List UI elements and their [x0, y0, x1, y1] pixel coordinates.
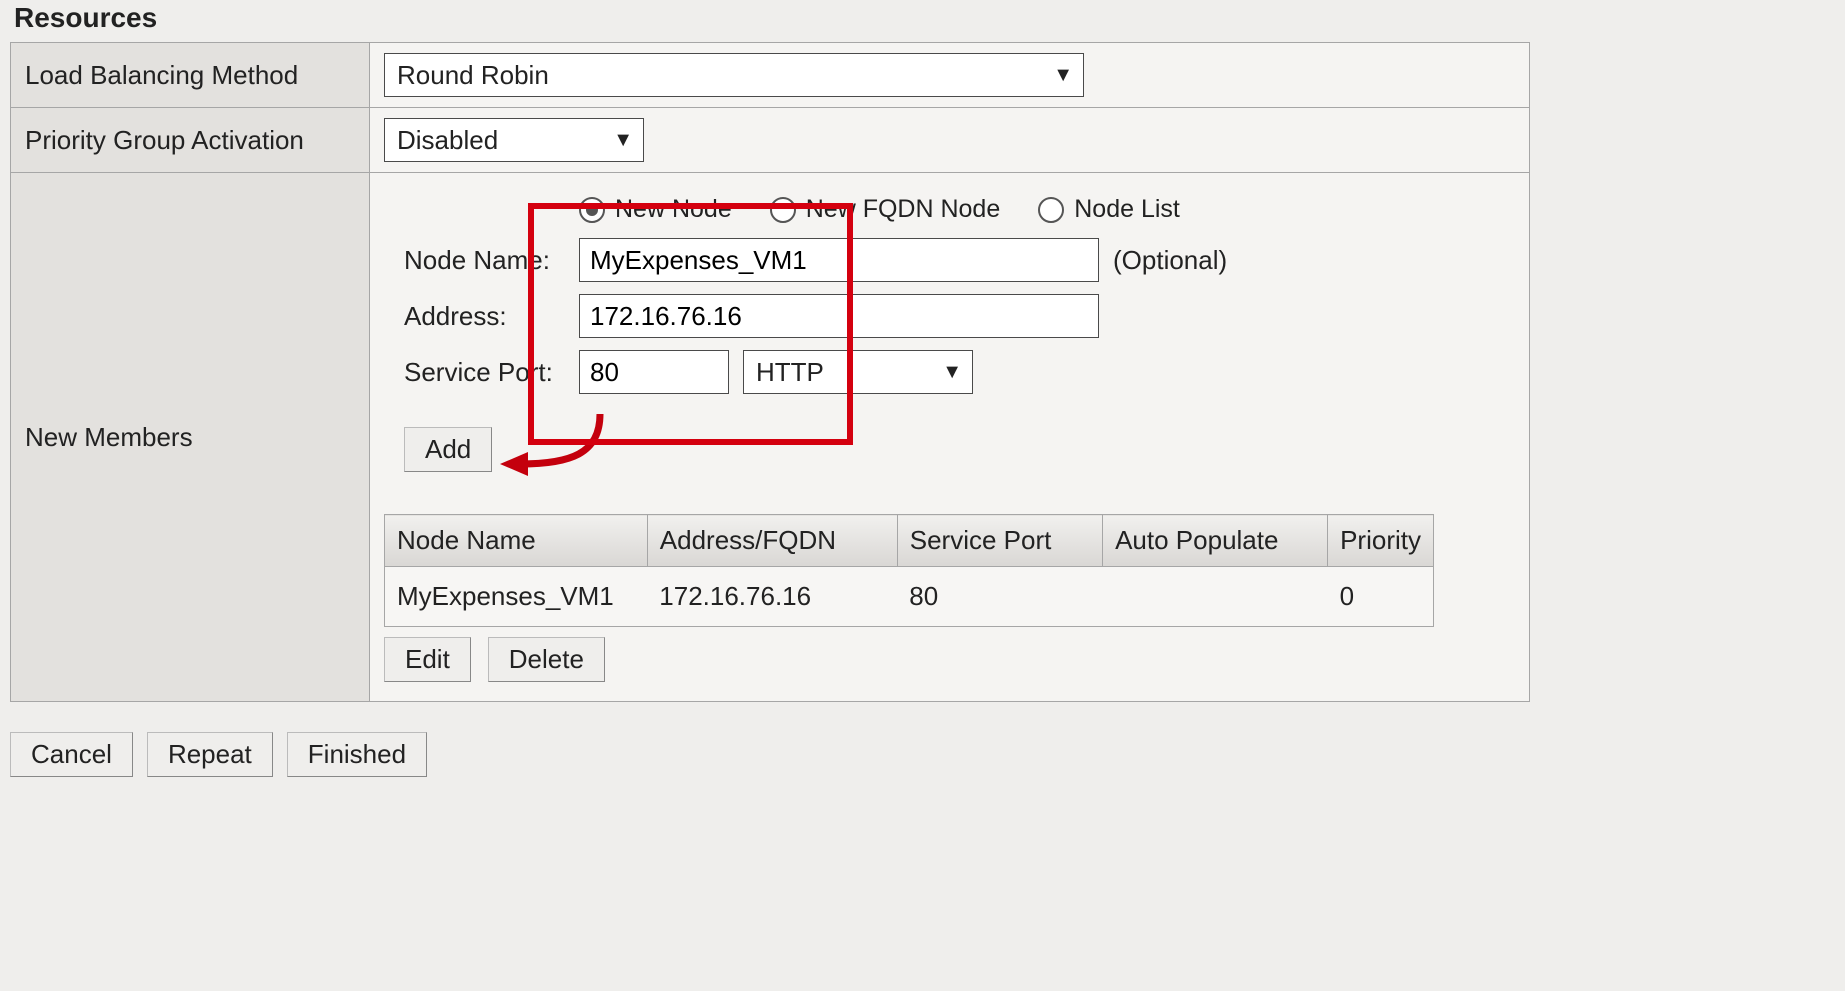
- cell-port: 80: [897, 567, 1102, 627]
- radio-icon: [1038, 197, 1064, 223]
- new-member-form: New Node New FQDN Node Node List: [404, 195, 1515, 394]
- node-type-radio-group: New Node New FQDN Node Node List: [579, 195, 1515, 224]
- cell-node-name: MyExpenses_VM1: [385, 567, 648, 627]
- chevron-down-icon: ▼: [613, 129, 633, 152]
- lb-method-label: Load Balancing Method: [11, 43, 370, 108]
- radio-new-node-label: New Node: [615, 195, 732, 224]
- radio-icon: [579, 197, 605, 223]
- cancel-button[interactable]: Cancel: [10, 732, 133, 777]
- priority-select[interactable]: Disabled ▼: [384, 118, 644, 162]
- table-row[interactable]: MyExpenses_VM1 172.16.76.16 80 0: [385, 567, 1434, 627]
- lb-method-select[interactable]: Round Robin ▼: [384, 53, 1084, 97]
- resources-page: Resources Load Balancing Method Round Ro…: [0, 0, 1845, 797]
- delete-button[interactable]: Delete: [488, 637, 605, 682]
- col-auto-populate[interactable]: Auto Populate: [1103, 515, 1328, 567]
- radio-icon: [770, 197, 796, 223]
- radio-new-fqdn[interactable]: New FQDN Node: [770, 195, 1001, 224]
- section-title: Resources: [14, 2, 1835, 34]
- priority-value: Disabled: [397, 125, 498, 156]
- chevron-down-icon: ▼: [1053, 64, 1073, 87]
- new-members-label: New Members: [11, 173, 370, 702]
- cell-address: 172.16.76.16: [647, 567, 897, 627]
- members-table: Node Name Address/FQDN Service Port Auto…: [384, 514, 1434, 627]
- col-priority[interactable]: Priority: [1328, 515, 1434, 567]
- service-port-input[interactable]: [579, 350, 729, 394]
- radio-node-list-label: Node List: [1074, 195, 1180, 224]
- repeat-button[interactable]: Repeat: [147, 732, 273, 777]
- radio-new-node[interactable]: New Node: [579, 195, 732, 224]
- col-node-name[interactable]: Node Name: [385, 515, 648, 567]
- arrow-annotation-icon: [500, 414, 620, 484]
- node-name-input[interactable]: [579, 238, 1099, 282]
- node-name-hint: (Optional): [1113, 245, 1227, 276]
- cell-auto: [1103, 567, 1328, 627]
- edit-button[interactable]: Edit: [384, 637, 471, 682]
- address-label: Address:: [404, 301, 579, 332]
- radio-new-fqdn-label: New FQDN Node: [806, 195, 1001, 224]
- service-port-proto-select[interactable]: HTTP ▼: [743, 350, 973, 394]
- node-name-label: Node Name:: [404, 245, 579, 276]
- add-button[interactable]: Add: [404, 427, 492, 472]
- address-input[interactable]: [579, 294, 1099, 338]
- col-port[interactable]: Service Port: [897, 515, 1102, 567]
- resources-form-table: Load Balancing Method Round Robin ▼ Prio…: [10, 42, 1530, 702]
- radio-node-list[interactable]: Node List: [1038, 195, 1180, 224]
- lb-method-value: Round Robin: [397, 60, 549, 91]
- service-port-label: Service Port:: [404, 357, 579, 388]
- priority-label: Priority Group Activation: [11, 108, 370, 173]
- finished-button[interactable]: Finished: [287, 732, 427, 777]
- service-port-proto-value: HTTP: [756, 357, 824, 388]
- col-address[interactable]: Address/FQDN: [647, 515, 897, 567]
- chevron-down-icon: ▼: [942, 361, 962, 384]
- cell-priority: 0: [1328, 567, 1434, 627]
